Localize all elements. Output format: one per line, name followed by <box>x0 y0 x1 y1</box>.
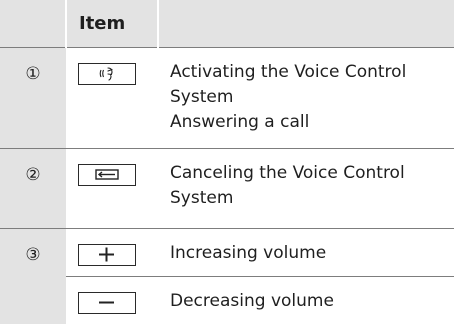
table-row: Decreasing volume <box>0 275 454 324</box>
minus-key-icon <box>78 291 136 314</box>
table-row: ① Activating the Voice Control System An… <box>0 46 454 148</box>
description-line: System <box>170 86 234 107</box>
row-icon-cell <box>66 227 158 276</box>
row-icon-cell <box>66 46 158 148</box>
table-header-row: Item <box>0 0 454 47</box>
key-function-table: Item ① Activating the Voice Control Syst… <box>0 0 454 324</box>
description-line: Activating the Voice Control <box>170 61 407 82</box>
row-number: ① <box>25 63 41 84</box>
row-number: ② <box>25 164 41 185</box>
table-row: ③ Increasing volume <box>0 227 454 324</box>
row-description-cell: Canceling the Voice Control System <box>158 147 454 228</box>
row-number-cell: ③ <box>0 227 66 324</box>
header-number-cell <box>0 0 66 47</box>
description-line: Increasing volume <box>170 242 327 263</box>
row-icon-cell <box>66 147 158 228</box>
description-line: System <box>170 187 234 208</box>
table-row: ② Canceling the Voice Control System <box>0 147 454 228</box>
header-item-cell: Item <box>65 0 158 47</box>
description-line: Decreasing volume <box>170 290 334 311</box>
row-description-cell: Activating the Voice Control System Answ… <box>158 46 454 148</box>
header-function-cell <box>157 0 454 47</box>
row-description-cell: Increasing volume <box>158 227 454 276</box>
plus-key-icon <box>78 243 136 266</box>
row-number: ③ <box>25 244 41 265</box>
row-icon-cell <box>66 275 158 324</box>
voice-control-key-icon <box>78 62 136 85</box>
description-line: Answering a call <box>170 111 310 132</box>
back-hangup-key-icon <box>78 163 136 186</box>
row-number-cell: ② <box>0 147 66 228</box>
row-description-cell: Decreasing volume <box>158 275 454 324</box>
description-line: Canceling the Voice Control <box>170 162 405 183</box>
row-number-cell: ① <box>0 46 66 148</box>
